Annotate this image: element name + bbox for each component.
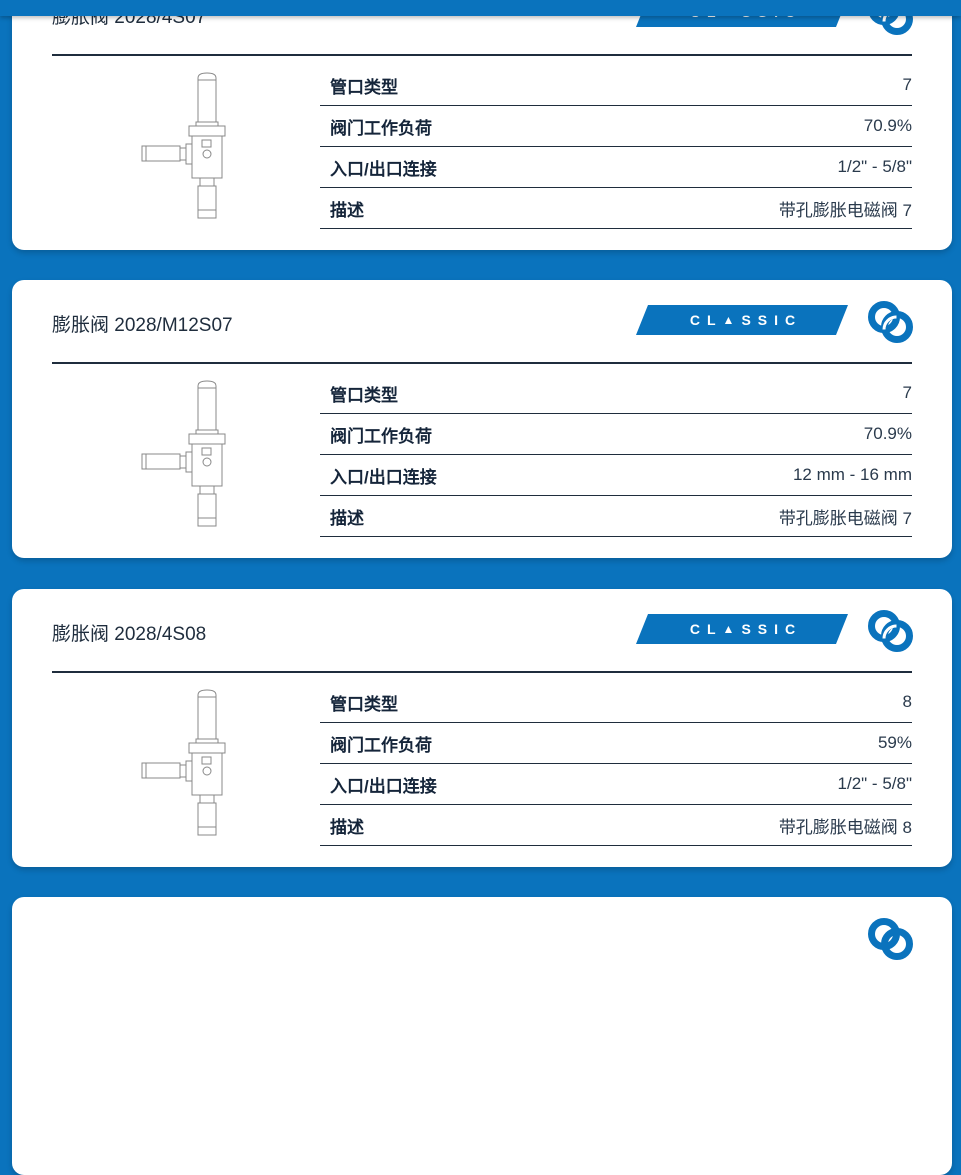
spec-label: 描述 <box>330 817 364 837</box>
spec-table: 管口类型 7 阀门工作负荷 70.9% 入口/出口连接 1/2" - 5/8" 描述 带孔膨胀… <box>320 65 912 229</box>
badge-text-left: CL <box>689 621 723 637</box>
spec-table: 管口类型 8 阀门工作负荷 59% 入口/出口连接 1/2" - 5/8" 描述 带孔膨胀电磁… <box>320 682 912 846</box>
spec-row: 入口/出口连接 1/2" - 5/8" <box>320 147 912 188</box>
spec-label: 管口类型 <box>330 694 398 714</box>
product-card-partial[interactable] <box>12 897 952 1175</box>
badge-text-right: SSIC <box>741 621 803 637</box>
spec-row: 入口/出口连接 1/2" - 5/8" <box>320 764 912 805</box>
product-card[interactable]: 膨胀阀 2028/M12S07 CL ▲ SSIC 管口类型 7 阀门工作负荷 7 <box>12 280 952 558</box>
spec-label: 阀门工作负荷 <box>330 426 432 446</box>
badge-triangle-icon: ▲ <box>722 622 742 636</box>
badge-text-left: CL <box>689 312 723 328</box>
spec-label: 入口/出口连接 <box>330 467 437 487</box>
spec-row: 描述 带孔膨胀电磁阀 8 <box>320 805 912 846</box>
spec-label: 阀门工作负荷 <box>330 118 432 138</box>
title-divider <box>52 671 912 673</box>
product-card[interactable]: 膨胀阀 2028/4S08 CL ▲ SSIC 管口类型 8 阀门工作负荷 59% <box>12 589 952 867</box>
expansion-valve-drawing-icon <box>141 689 226 836</box>
spec-row: 描述 带孔膨胀电磁阀 7 <box>320 496 912 537</box>
spec-label: 阀门工作负荷 <box>330 735 432 755</box>
spec-value: 7 <box>902 75 912 94</box>
title-divider <box>52 54 912 56</box>
top-bar <box>0 0 961 16</box>
product-title[interactable]: 膨胀阀 2028/4S08 <box>52 619 206 646</box>
spec-label: 描述 <box>330 200 364 220</box>
product-title[interactable]: 膨胀阀 2028/M12S07 <box>52 310 233 337</box>
spec-value: 1/2" - 5/8" <box>837 157 912 176</box>
spec-row: 阀门工作负荷 70.9% <box>320 414 912 455</box>
spec-table: 管口类型 7 阀门工作负荷 70.9% 入口/出口连接 12 mm - 16 mm 描述 带孔… <box>320 373 912 537</box>
spec-row: 管口类型 8 <box>320 682 912 723</box>
brand-logo-icon <box>868 301 913 343</box>
spec-label: 入口/出口连接 <box>330 159 437 179</box>
spec-label: 管口类型 <box>330 385 398 405</box>
classic-badge: CL▲SSIC <box>636 305 848 335</box>
spec-value: 8 <box>902 692 912 711</box>
spec-row: 入口/出口连接 12 mm - 16 mm <box>320 455 912 496</box>
spec-label: 管口类型 <box>330 77 398 97</box>
brand-logo-icon <box>868 918 913 960</box>
spec-value: 12 mm - 16 mm <box>792 465 912 484</box>
spec-row: 描述 带孔膨胀电磁阀 7 <box>320 188 912 229</box>
spec-value: 带孔膨胀电磁阀 7 <box>778 508 912 528</box>
spec-row: 管口类型 7 <box>320 65 912 106</box>
product-card[interactable]: 膨胀阀 2028/4S07 CL▲SSIC 管口类型7阀门工作负荷70. <box>12 0 952 250</box>
spec-label: 描述 <box>330 508 364 528</box>
title-divider <box>52 362 912 364</box>
spec-value: 70.9% <box>863 424 912 443</box>
spec-value: 7 <box>902 383 912 402</box>
spec-value: 70.9% <box>863 116 912 135</box>
spec-value: 1/2" - 5/8" <box>837 774 912 793</box>
expansion-valve-drawing-icon <box>141 380 226 527</box>
spec-value: 带孔膨胀电磁阀 8 <box>778 817 912 837</box>
spec-row: 阀门工作负荷 70.9% <box>320 106 912 147</box>
spec-label: 入口/出口连接 <box>330 776 437 796</box>
badge-triangle-icon: ▲ <box>722 313 742 327</box>
badge-text-right: SSIC <box>741 312 803 328</box>
spec-row: 管口类型 7 <box>320 373 912 414</box>
brand-logo-icon <box>868 610 913 652</box>
spec-row: 阀门工作负荷 59% <box>320 723 912 764</box>
spec-value: 59% <box>877 733 912 752</box>
spec-value: 带孔膨胀电磁阀 7 <box>778 200 912 220</box>
classic-badge: CL▲SSIC <box>636 614 848 644</box>
expansion-valve-drawing-icon <box>141 72 226 219</box>
